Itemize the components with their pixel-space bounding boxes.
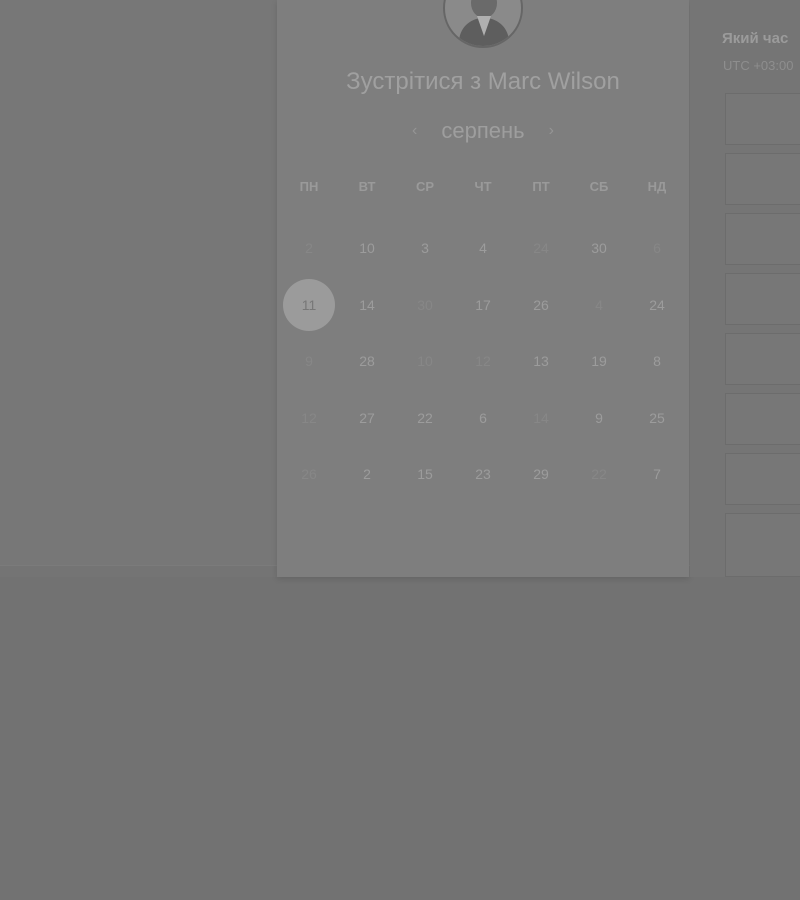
weekday-header: ПН ВТ СР ЧТ ПТ СБ НД [280, 170, 688, 204]
day-number: 15 [417, 466, 433, 483]
day-number: 22 [591, 466, 607, 483]
day-number: 23 [475, 466, 491, 483]
time-slot-button[interactable] [725, 333, 800, 385]
calendar-day[interactable]: 19 [570, 333, 628, 390]
timezone-label[interactable]: UTC +03:00 [723, 58, 793, 73]
calendar-day[interactable]: 22 [396, 390, 454, 447]
current-month: серпень [441, 118, 525, 143]
calendar-day: 22 [570, 446, 628, 503]
day-number: 12 [301, 409, 317, 426]
calendar-day[interactable]: 14 [338, 277, 396, 334]
calendar-day[interactable]: 25 [628, 390, 686, 447]
calendar-day[interactable]: 6 [454, 390, 512, 447]
day-number: 4 [479, 240, 487, 257]
day-number: 11 [283, 278, 335, 331]
day-number: 10 [359, 240, 375, 257]
calendar-grid: ПН ВТ СР ЧТ ПТ СБ НД 2 10 3 4 24 30 6 11 14 30 17 26 4 24 9 2… [280, 170, 688, 503]
calendar-day: 10 [396, 333, 454, 390]
calendar-day[interactable]: 4 [454, 220, 512, 277]
calendar-day[interactable]: 27 [338, 390, 396, 447]
day-number: 13 [533, 353, 549, 370]
day-number: 26 [533, 296, 549, 313]
calendar-day: 4 [570, 277, 628, 334]
calendar-day[interactable]: 17 [454, 277, 512, 334]
day-number: 9 [305, 353, 313, 370]
weekday-label: ПТ [532, 179, 550, 194]
calendar-day[interactable]: 3 [396, 220, 454, 277]
day-number: 6 [653, 240, 661, 257]
day-number: 28 [359, 353, 375, 370]
calendar-day: 12 [454, 333, 512, 390]
calendar-day[interactable]: 9 [570, 390, 628, 447]
day-number: 2 [363, 466, 371, 483]
page-title: Зустрітися з Marc Wilson [346, 68, 620, 95]
day-number: 24 [649, 296, 665, 313]
time-slot-button[interactable] [725, 153, 800, 205]
selected-day[interactable]: 11 [280, 277, 338, 334]
weekday-label: ВТ [358, 179, 376, 194]
day-number: 14 [359, 296, 375, 313]
weekday-label: СР [415, 179, 435, 194]
calendar-day[interactable]: 30 [570, 220, 628, 277]
time-slot-button[interactable] [725, 513, 800, 577]
calendar-day: 2 [280, 220, 338, 277]
calendar-day[interactable]: 2 [338, 446, 396, 503]
day-number: 26 [301, 466, 317, 483]
time-panel-title: Який час [722, 30, 789, 47]
chevron-left-icon[interactable]: ‹ [412, 122, 417, 140]
month-navigation: ‹ серпень › [277, 118, 689, 144]
calendar-day[interactable]: 24 [628, 277, 686, 334]
time-slot-button[interactable] [725, 453, 800, 505]
day-number: 30 [417, 296, 433, 313]
avatar-head [471, 0, 497, 18]
day-number: 29 [533, 466, 549, 483]
calendar-day[interactable]: 10 [338, 220, 396, 277]
calendar-day: 26 [280, 446, 338, 503]
day-number: 8 [653, 353, 661, 370]
calendar-days: 2 10 3 4 24 30 6 11 14 30 17 26 4 24 9 28 10 12 13 19 8 12 27 2… [280, 220, 688, 503]
day-number: 30 [591, 240, 607, 257]
calendar-day: 6 [628, 220, 686, 277]
weekday-label: СБ [589, 179, 609, 194]
day-number: 19 [591, 353, 607, 370]
weekday-label: ПН [299, 179, 319, 194]
time-slot-button[interactable] [725, 273, 800, 325]
weekday-label: ЧТ [474, 179, 492, 194]
day-number: 2 [305, 240, 313, 257]
day-number: 3 [421, 240, 429, 257]
calendar-day[interactable]: 7 [628, 446, 686, 503]
chevron-right-icon[interactable]: › [549, 122, 554, 140]
day-number: 17 [475, 296, 491, 313]
day-number: 14 [533, 409, 549, 426]
calendar-day: 14 [512, 390, 570, 447]
calendar-day[interactable]: 15 [396, 446, 454, 503]
day-number: 12 [475, 353, 491, 370]
calendar-day[interactable]: 28 [338, 333, 396, 390]
day-number: 6 [479, 409, 487, 426]
calendar-day[interactable]: 29 [512, 446, 570, 503]
calendar-day: 12 [280, 390, 338, 447]
weekday-label: НД [647, 179, 667, 194]
day-number: 9 [595, 409, 603, 426]
day-number: 22 [417, 409, 433, 426]
day-number: 27 [359, 409, 375, 426]
day-number: 24 [533, 240, 549, 257]
calendar-day[interactable]: 23 [454, 446, 512, 503]
day-number: 25 [649, 409, 665, 426]
calendar-day[interactable]: 8 [628, 333, 686, 390]
calendar-day: 9 [280, 333, 338, 390]
day-number: 7 [653, 466, 661, 483]
day-number: 10 [417, 353, 433, 370]
calendar-day: 24 [512, 220, 570, 277]
day-number: 4 [595, 296, 603, 313]
time-slot-button[interactable] [725, 93, 800, 145]
calendar-day[interactable]: 26 [512, 277, 570, 334]
calendar-day[interactable]: 13 [512, 333, 570, 390]
calendar-day: 30 [396, 277, 454, 334]
time-slot-button[interactable] [725, 213, 800, 265]
time-slot-button[interactable] [725, 393, 800, 445]
